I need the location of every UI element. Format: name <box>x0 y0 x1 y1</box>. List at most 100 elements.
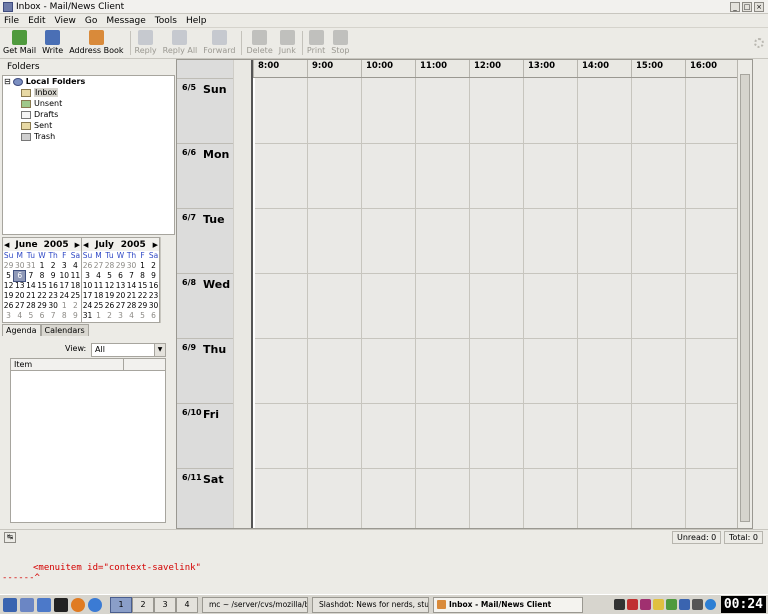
calendar-day[interactable]: 12 <box>3 281 14 291</box>
calendar-day[interactable]: 25 <box>70 291 81 301</box>
calendar-day[interactable]: 19 <box>104 291 115 301</box>
calendar-day[interactable]: 30 <box>14 261 25 271</box>
calendar-day[interactable]: 17 <box>82 291 93 301</box>
calendar-day[interactable]: 2 <box>48 261 59 271</box>
calendar-day[interactable]: 21 <box>25 291 36 301</box>
task-button[interactable]: Inbox - Mail/News Client <box>433 596 583 613</box>
calendar-day[interactable]: 4 <box>93 271 104 281</box>
calendar-day[interactable]: 8 <box>137 271 148 281</box>
folder-item-sent[interactable]: Sent <box>3 120 174 131</box>
calendar-day[interactable]: 30 <box>126 261 137 271</box>
calendar-day[interactable]: 6 <box>148 311 159 321</box>
tray-icon[interactable] <box>678 599 690 610</box>
prev-month-button[interactable]: ◀ <box>4 241 9 249</box>
next-month-button[interactable]: ▶ <box>75 241 80 249</box>
calendar-day[interactable]: 3 <box>82 271 93 281</box>
calendar-day[interactable]: 13 <box>115 281 126 291</box>
calendar-day[interactable]: 27 <box>115 301 126 311</box>
mini-calendar-scrollbar[interactable] <box>160 237 175 323</box>
calendar-day[interactable]: 1 <box>137 261 148 271</box>
calendar-day[interactable]: 5 <box>25 311 36 321</box>
calendar-day[interactable]: 17 <box>59 281 70 291</box>
quicklaunch-icon[interactable] <box>88 597 102 612</box>
calendar-day[interactable]: 26 <box>104 301 115 311</box>
calendar-day[interactable]: 20 <box>14 291 25 301</box>
calendar-day[interactable]: 22 <box>36 291 47 301</box>
calendar-day[interactable]: 29 <box>115 261 126 271</box>
calendar-day[interactable]: 24 <box>82 301 93 311</box>
online-status-icon[interactable]: ↹ <box>4 531 16 543</box>
calendar-day[interactable]: 29 <box>36 301 47 311</box>
calendar-day[interactable]: 2 <box>104 311 115 321</box>
folder-tree[interactable]: ⊟ Local Folders Inbox Unsent Drafts Sent… <box>2 75 175 235</box>
calendar-day[interactable]: 27 <box>93 261 104 271</box>
calendar-day[interactable]: 30 <box>148 301 159 311</box>
calendar-day[interactable]: 2 <box>148 261 159 271</box>
maximize-button[interactable]: □ <box>742 1 752 12</box>
menu-tools[interactable]: Tools <box>155 16 177 26</box>
stop-button[interactable]: Stop <box>331 28 349 55</box>
desktop-button[interactable]: 2 <box>132 596 154 613</box>
calendar-day[interactable]: 18 <box>93 291 104 301</box>
folder-item-inbox[interactable]: Inbox <box>3 87 174 98</box>
calendar-day[interactable]: 21 <box>126 291 137 301</box>
calendar-day[interactable]: 8 <box>59 311 70 321</box>
minimize-button[interactable]: _ <box>730 1 740 12</box>
calendar-day[interactable]: 31 <box>82 311 93 321</box>
calendar-day[interactable]: 5 <box>3 271 14 281</box>
calendar-day[interactable]: 1 <box>36 261 47 271</box>
calendar-day[interactable]: 10 <box>82 281 93 291</box>
calendar-day[interactable]: 23 <box>48 291 59 301</box>
calendar-day[interactable]: 4 <box>126 311 137 321</box>
calendar-day[interactable]: 4 <box>70 261 81 271</box>
calendar-day[interactable]: 3 <box>115 311 126 321</box>
column-header-extra[interactable] <box>124 359 165 370</box>
next-month-button[interactable]: ▶ <box>153 241 158 249</box>
calendar-day[interactable]: 9 <box>148 271 159 281</box>
calendar-day[interactable]: 13 <box>14 281 25 291</box>
clock[interactable]: 00:24 <box>720 596 766 613</box>
menu-go[interactable]: Go <box>85 16 97 26</box>
calendar-day[interactable]: 15 <box>36 281 47 291</box>
week-scrollbar[interactable] <box>737 60 752 528</box>
quicklaunch-icon[interactable] <box>20 597 34 612</box>
collapse-toggle-icon[interactable]: ⊟ <box>4 77 11 86</box>
prev-month-button[interactable]: ◀ <box>83 241 88 249</box>
calendar-day[interactable]: 3 <box>3 311 14 321</box>
calendar-day[interactable]: 30 <box>48 301 59 311</box>
calendar-day[interactable]: 31 <box>25 261 36 271</box>
calendar-day[interactable]: 14 <box>126 281 137 291</box>
calendar-day[interactable]: 29 <box>137 301 148 311</box>
month-year[interactable]: 2005 <box>121 240 146 250</box>
month-year[interactable]: 2005 <box>44 240 69 250</box>
desktop-button[interactable]: 3 <box>154 596 176 613</box>
calendar-day[interactable]: 1 <box>93 311 104 321</box>
tray-icon[interactable] <box>652 599 664 610</box>
calendar-day[interactable]: 10 <box>59 271 70 281</box>
view-select[interactable]: All ▼ <box>91 343 166 357</box>
folder-item-trash[interactable]: Trash <box>3 131 174 142</box>
calendar-day[interactable]: 11 <box>93 281 104 291</box>
time-grid[interactable] <box>255 78 740 528</box>
calendar-day[interactable]: 24 <box>59 291 70 301</box>
print-button[interactable]: Print <box>307 28 325 55</box>
forward-button[interactable]: Forward <box>203 28 235 55</box>
calendar-day[interactable]: 6 <box>36 311 47 321</box>
calendar-day[interactable]: 2 <box>70 301 81 311</box>
menu-message[interactable]: Message <box>106 16 145 26</box>
calendar-day[interactable]: 25 <box>93 301 104 311</box>
address-book-button[interactable]: Address Book <box>69 28 124 55</box>
calendar-day[interactable]: 26 <box>82 261 93 271</box>
calendar-day[interactable]: 27 <box>14 301 25 311</box>
calendar-day[interactable]: 26 <box>3 301 14 311</box>
calendar-day[interactable]: 16 <box>48 281 59 291</box>
tray-icon[interactable] <box>665 599 677 610</box>
close-button[interactable]: × <box>754 1 764 12</box>
folder-item-drafts[interactable]: Drafts <box>3 109 174 120</box>
calendar-day[interactable]: 20 <box>115 291 126 301</box>
reply-all-button[interactable]: Reply All <box>163 28 197 55</box>
calendar-day[interactable]: 4 <box>14 311 25 321</box>
calendar-day[interactable]: 12 <box>104 281 115 291</box>
tray-icon[interactable] <box>613 599 625 610</box>
calendar-day[interactable]: 23 <box>148 291 159 301</box>
